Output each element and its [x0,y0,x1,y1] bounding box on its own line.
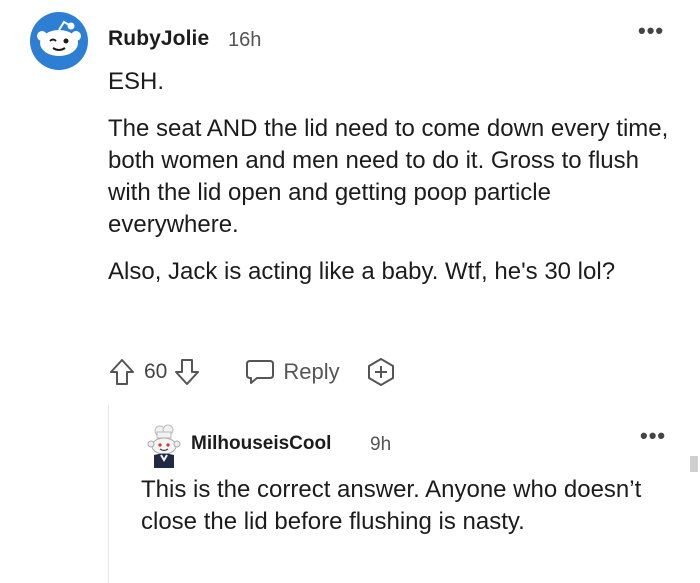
comment-paragraph: Also, Jack is acting like a baby. Wtf, h… [108,258,616,285]
award-plus-icon [367,358,394,386]
comment-timestamp: 9h [370,434,392,455]
vote-score: 60 [144,360,168,383]
comment-actions: 60 Reply [108,352,396,392]
comment-body: This is the correct answer. Anyone who d… [141,476,642,535]
comment-paragraph: ESH. [108,68,165,95]
upvote-arrow-icon[interactable] [108,357,136,387]
award-button[interactable] [366,357,396,387]
speech-bubble-icon [246,360,275,384]
reply-button[interactable]: Reply [245,358,340,386]
thread-line[interactable] [108,405,109,583]
comment-reply: MilhouseisCool 9h ••• This is the correc… [110,420,700,583]
downvote-arrow-icon[interactable] [173,357,201,387]
comment-author[interactable]: RubyJolie [108,27,209,51]
scrollbar-thumb[interactable] [690,456,698,472]
comment-paragraph: The seat AND the lid need to come down e… [108,115,669,238]
comment-timestamp: 16h [228,29,262,51]
vote-controls: 60 [108,357,201,387]
reply-label: Reply [283,359,340,384]
snoo-winking-avatar-icon [30,12,88,70]
comment-body: ESH. The seat AND the lid need to come d… [108,66,678,303]
user-avatar[interactable] [144,424,184,470]
comment-author[interactable]: MilhouseisCool [191,433,331,455]
more-options-icon[interactable]: ••• [640,425,666,447]
snoo-chef-avatar-icon [147,424,181,468]
more-options-icon[interactable]: ••• [638,20,664,42]
user-avatar[interactable] [30,12,88,70]
